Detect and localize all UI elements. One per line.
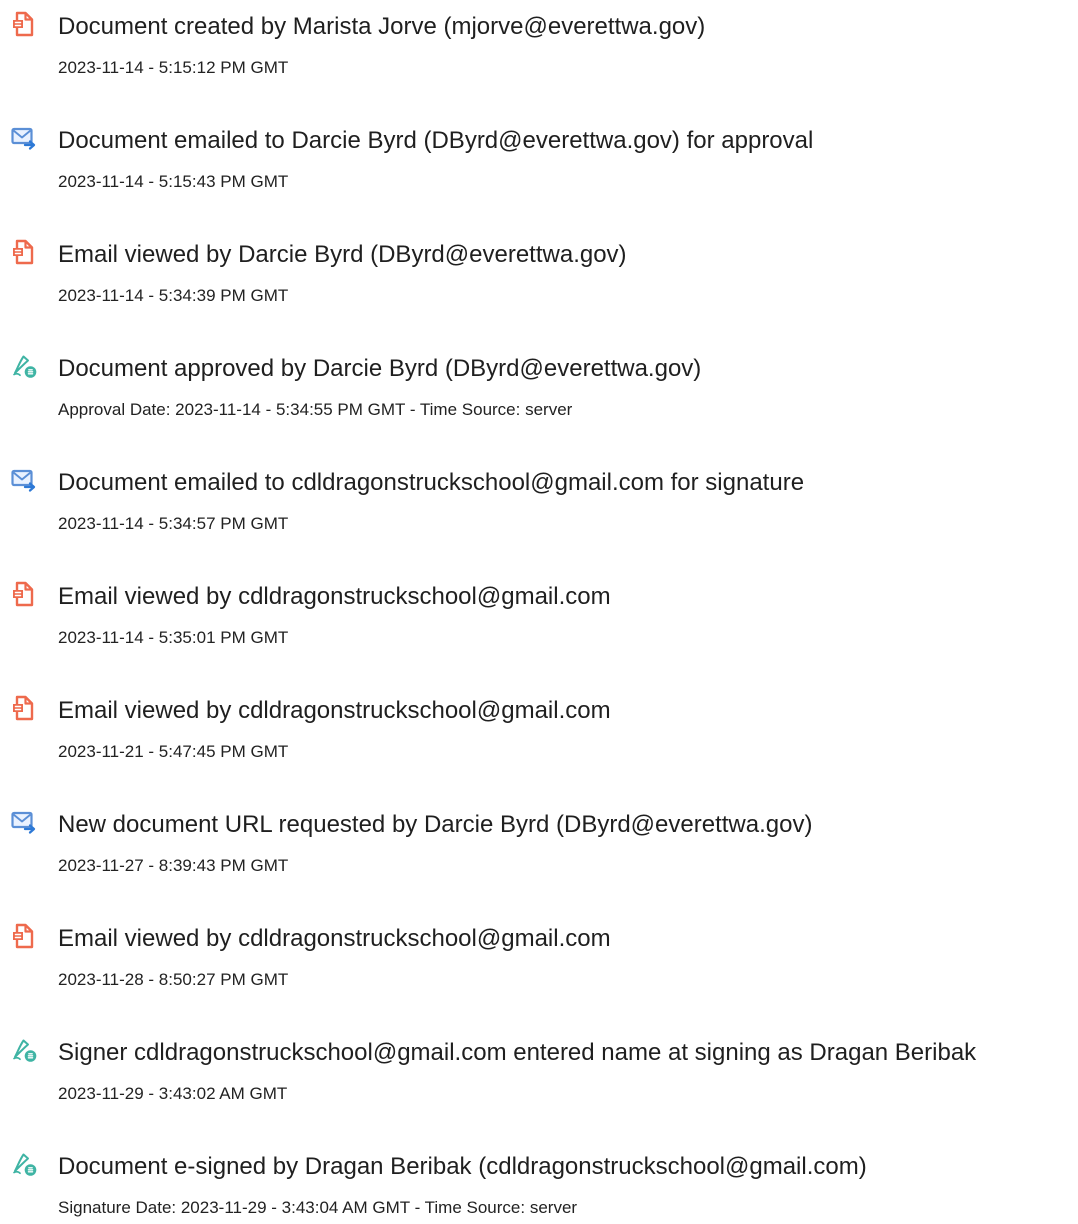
- email-icon: [10, 124, 38, 152]
- signature-icon: [10, 352, 38, 380]
- event-detail: 2023-11-27 - 8:39:43 PM GMT: [58, 856, 289, 875]
- event-title: Document emailed to Darcie Byrd (DByrd@e…: [58, 127, 814, 154]
- event-detail: 2023-11-29 - 3:43:02 AM GMT: [58, 1084, 288, 1103]
- event-detail: 2023-11-14 - 5:35:01 PM GMT: [58, 628, 289, 647]
- audit-event: Signer cdldragonstruckschool@gmail.com e…: [0, 1026, 1078, 1110]
- signature-icon: [10, 1150, 38, 1178]
- event-detail: 2023-11-14 - 5:15:43 PM GMT: [58, 172, 289, 191]
- signature-icon: [10, 1036, 38, 1064]
- document-icon: [10, 238, 38, 266]
- event-detail: 2023-11-14 - 5:34:57 PM GMT: [58, 514, 289, 533]
- email-icon: [10, 808, 38, 836]
- event-title: Document created by Marista Jorve (mjorv…: [58, 13, 706, 40]
- document-icon: [10, 10, 38, 38]
- event-title: Email viewed by cdldragonstruckschool@gm…: [58, 697, 611, 724]
- event-detail: Approval Date: 2023-11-14 - 5:34:55 PM G…: [58, 400, 573, 419]
- event-detail: Signature Date: 2023-11-29 - 3:43:04 AM …: [58, 1198, 578, 1217]
- audit-event: Document approved by Darcie Byrd (DByrd@…: [0, 342, 1078, 426]
- event-title: Email viewed by cdldragonstruckschool@gm…: [58, 583, 611, 610]
- event-title: Document approved by Darcie Byrd (DByrd@…: [58, 355, 702, 382]
- email-icon: [10, 466, 38, 494]
- event-detail: 2023-11-21 - 5:47:45 PM GMT: [58, 742, 289, 761]
- event-title: Document e-signed by Dragan Beribak (cdl…: [58, 1153, 867, 1180]
- audit-event: Document emailed to Darcie Byrd (DByrd@e…: [0, 114, 1078, 198]
- event-title: Email viewed by Darcie Byrd (DByrd@evere…: [58, 241, 627, 268]
- event-detail: 2023-11-28 - 8:50:27 PM GMT: [58, 970, 289, 989]
- audit-event: Document created by Marista Jorve (mjorv…: [0, 0, 1078, 84]
- audit-event: Email viewed by cdldragonstruckschool@gm…: [0, 570, 1078, 654]
- event-title: Email viewed by cdldragonstruckschool@gm…: [58, 925, 611, 952]
- audit-event-list: Document created by Marista Jorve (mjorv…: [0, 0, 1078, 1224]
- audit-event: Email viewed by cdldragonstruckschool@gm…: [0, 684, 1078, 768]
- event-title: New document URL requested by Darcie Byr…: [58, 811, 813, 838]
- audit-event: Document emailed to cdldragonstruckschoo…: [0, 456, 1078, 540]
- event-detail: 2023-11-14 - 5:15:12 PM GMT: [58, 58, 289, 77]
- document-icon: [10, 922, 38, 950]
- audit-event: Email viewed by Darcie Byrd (DByrd@evere…: [0, 228, 1078, 312]
- document-icon: [10, 580, 38, 608]
- event-title: Document emailed to cdldragonstruckschoo…: [58, 469, 805, 496]
- event-title: Signer cdldragonstruckschool@gmail.com e…: [58, 1039, 977, 1066]
- event-detail: 2023-11-14 - 5:34:39 PM GMT: [58, 286, 289, 305]
- document-icon: [10, 694, 38, 722]
- audit-event: Document e-signed by Dragan Beribak (cdl…: [0, 1140, 1078, 1224]
- audit-event: New document URL requested by Darcie Byr…: [0, 798, 1078, 882]
- audit-event: Email viewed by cdldragonstruckschool@gm…: [0, 912, 1078, 996]
